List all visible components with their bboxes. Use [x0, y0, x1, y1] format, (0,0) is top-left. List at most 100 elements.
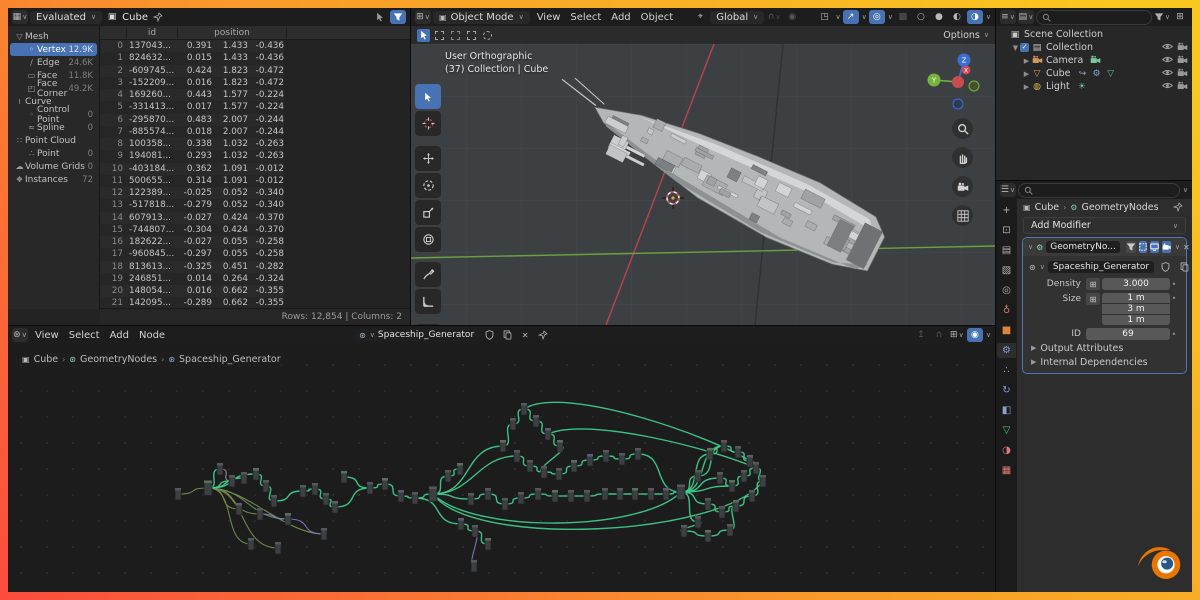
graph-node[interactable]: [635, 448, 641, 460]
pin-icon[interactable]: [150, 10, 166, 24]
properties-tab-physics[interactable]: ↻: [997, 383, 1016, 398]
graph-node[interactable]: [500, 440, 506, 452]
render-display-icon[interactable]: [1162, 241, 1171, 253]
dataset-dropdown[interactable]: Evaluated∨: [30, 11, 102, 24]
animate-dot[interactable]: •: [1170, 280, 1178, 289]
outliner-editor-type-button[interactable]: ≡∨: [1000, 10, 1016, 24]
graph-node[interactable]: [300, 485, 306, 497]
graph-node[interactable]: [398, 490, 404, 502]
sidebar-item-face-corner[interactable]: ◰Face Corner49.2K: [10, 82, 97, 95]
graph-node[interactable]: [468, 493, 474, 505]
options-dropdown[interactable]: Options∨: [943, 30, 989, 41]
graph-node[interactable]: [733, 500, 739, 512]
graph-node[interactable]: [510, 418, 516, 430]
graph-node[interactable]: [556, 468, 562, 480]
graph-node[interactable]: [485, 488, 491, 500]
hide-eye-icon[interactable]: [1162, 68, 1173, 80]
table-row[interactable]: 11500655...0.3141.091-0.012: [100, 175, 284, 187]
annotate-tool-icon[interactable]: [415, 262, 441, 287]
zoom-icon[interactable]: [952, 118, 973, 139]
graph-node[interactable]: [557, 440, 563, 452]
shading-solid-icon[interactable]: ●: [931, 10, 947, 24]
expand-arrow-icon[interactable]: ▶: [1022, 70, 1031, 78]
graph-node[interactable]: [445, 470, 451, 482]
size-x-field[interactable]: 1 m: [1102, 293, 1170, 303]
breadcrumb-modifier[interactable]: GeometryNodes: [1081, 202, 1158, 213]
properties-tab-scene[interactable]: ◎: [997, 283, 1016, 298]
expand-arrow-icon[interactable]: ▼: [1011, 44, 1020, 52]
gizmo-z-neg-ball[interactable]: [953, 99, 963, 109]
shading-wireframe-icon[interactable]: ○: [913, 10, 929, 24]
viewport-menu-select[interactable]: Select: [565, 12, 606, 23]
graph-node[interactable]: [514, 450, 520, 462]
shading-rendered-icon-caret[interactable]: ∨: [986, 13, 991, 21]
select-subtract-tool[interactable]: [465, 29, 478, 42]
table-row[interactable]: 20148054...0.0160.662-0.355: [100, 285, 284, 297]
cursor-tool-icon[interactable]: [415, 111, 441, 136]
graph-node[interactable]: [568, 490, 574, 502]
select-circle-tool[interactable]: [481, 29, 494, 42]
table-row[interactable]: 7-885574...0.0182.007-0.244: [100, 126, 284, 138]
pin-icon[interactable]: [535, 328, 551, 342]
graph-node[interactable]: [617, 488, 623, 500]
graph-node[interactable]: [533, 415, 539, 427]
graph-node[interactable]: [571, 460, 577, 472]
table-row[interactable]: 15-744807...-0.3040.424-0.370: [100, 224, 284, 236]
graph-node[interactable]: [429, 487, 437, 502]
sidebar-item-point-cloud[interactable]: ∷Point Cloud: [10, 134, 97, 147]
graph-node[interactable]: [681, 525, 687, 537]
snapping-icon[interactable]: ∩: [931, 328, 947, 342]
disable-render-camera-icon[interactable]: [1177, 68, 1188, 80]
graph-node[interactable]: [735, 446, 741, 458]
node-menu-add[interactable]: Add: [105, 330, 134, 341]
add-modifier-button[interactable]: Add Modifier∨: [1023, 217, 1186, 234]
hide-eye-icon[interactable]: [1162, 55, 1173, 67]
sidebar-item-point[interactable]: ∴Point0: [10, 147, 97, 160]
edit-mode-display-icon[interactable]: [1126, 241, 1136, 253]
select-extend-tool[interactable]: [449, 29, 462, 42]
properties-tab-material[interactable]: ◑: [997, 443, 1016, 458]
graph-node[interactable]: [502, 498, 508, 510]
sidebar-item-volume-grids[interactable]: ☁Volume Grids0: [10, 160, 97, 173]
properties-editor-type-button[interactable]: ☰∨: [1000, 183, 1016, 197]
breadcrumb-item[interactable]: Spaceship_Generator: [179, 354, 281, 365]
outliner-row-camera[interactable]: ▶Camera: [996, 54, 1192, 67]
copy-icon[interactable]: [1176, 260, 1192, 274]
position-column-header[interactable]: position: [177, 28, 287, 38]
properties-tab-view-layer[interactable]: ▧: [997, 263, 1016, 278]
transform-pivot-icon[interactable]: ⌖: [692, 10, 708, 24]
graph-node[interactable]: [541, 466, 547, 478]
node-options-icon[interactable]: ⊞∨: [949, 328, 965, 342]
graph-node[interactable]: [677, 485, 685, 500]
graph-node[interactable]: [705, 530, 711, 542]
id-value-field[interactable]: 69: [1086, 328, 1170, 340]
select-tweak-tool[interactable]: [417, 29, 430, 42]
graph-node[interactable]: [471, 560, 477, 572]
xray-toggle-icon[interactable]: ▩: [895, 10, 911, 24]
table-row[interactable]: 4169260...0.4431.577-0.224: [100, 89, 284, 101]
outliner-search-input[interactable]: [1036, 10, 1152, 25]
cursor-filter-icon[interactable]: [372, 10, 388, 24]
properties-tab-tool[interactable]: +: [997, 203, 1016, 218]
properties-tab-texture[interactable]: ▦: [997, 463, 1016, 478]
outliner-row-scene-collection[interactable]: ▣Scene Collection: [996, 28, 1192, 41]
table-row[interactable]: 3-152209...0.0161.823-0.472: [100, 77, 284, 89]
expand-caret-icon[interactable]: ∨: [1028, 243, 1033, 251]
overlays-toggle-icon[interactable]: ◎: [869, 10, 885, 24]
graph-node[interactable]: [741, 470, 747, 482]
graph-node[interactable]: [367, 482, 373, 494]
graph-node[interactable]: [285, 513, 291, 525]
output-attributes-section[interactable]: ▶Output Attributes: [1023, 341, 1186, 355]
modifier-extras-caret[interactable]: ∨: [1175, 243, 1180, 251]
sidebar-item-mesh[interactable]: ▽Mesh: [10, 30, 97, 43]
graph-node[interactable]: [707, 448, 713, 460]
graph-node[interactable]: [323, 493, 329, 505]
breadcrumb-object[interactable]: Cube: [1035, 202, 1060, 213]
node-menu-select[interactable]: Select: [64, 330, 105, 341]
viewport-menu-view[interactable]: View: [532, 12, 566, 23]
node-graph[interactable]: [8, 344, 995, 592]
camera-view-icon[interactable]: [952, 176, 973, 197]
orthographic-grid-icon[interactable]: [952, 205, 973, 226]
select-box-tool[interactable]: [433, 29, 446, 42]
properties-tab-render[interactable]: ⊡: [997, 223, 1016, 238]
